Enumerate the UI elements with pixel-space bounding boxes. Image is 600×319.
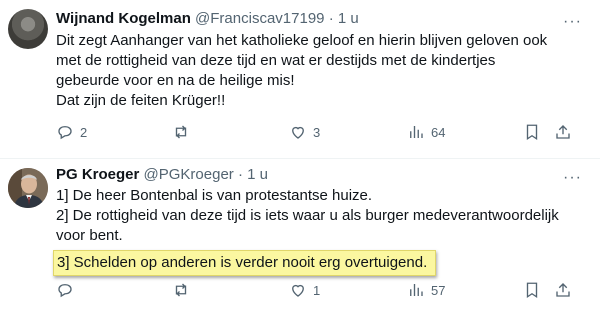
author-name[interactable]: PG Kroeger — [56, 166, 139, 183]
divider — [0, 158, 600, 159]
tweet-text-line: Dat zijn de feiten Krüger!! — [56, 92, 226, 109]
more-icon[interactable]: ··· — [563, 169, 582, 187]
bookmark-icon — [526, 282, 538, 299]
tweet-text-line: gebeurde voor en na de heilige mis! — [56, 72, 295, 89]
tweet-header: Wijnand Kogelman @Franciscav17199 · 1 u — [56, 10, 359, 28]
share-icon — [556, 125, 570, 139]
views-button[interactable]: 64 — [407, 122, 445, 142]
author-handle[interactable]: @Franciscav17199 — [195, 10, 324, 27]
tweet[interactable]: PG Kroeger @PGKroeger · 1 u ··· 1] De he… — [0, 160, 600, 319]
action-bar: 1 57 — [56, 280, 586, 300]
like-icon — [292, 284, 304, 297]
share-button[interactable] — [554, 122, 572, 142]
views-button[interactable]: 57 — [407, 280, 445, 300]
repost-button[interactable] — [172, 122, 196, 142]
repost-button[interactable] — [172, 280, 196, 300]
views-icon — [410, 284, 423, 296]
tweet-text: 1] De heer Bontenbal is van protestantse… — [53, 186, 586, 276]
highlighted-text: 3] Schelden op anderen is verder nooit e… — [53, 250, 437, 276]
like-count: 3 — [313, 124, 321, 140]
reply-icon — [58, 284, 72, 298]
tweet-text-line: 1] De heer Bontenbal is van protestantse… — [56, 187, 373, 204]
avatar-portrait — [8, 168, 48, 208]
repost-icon — [175, 125, 187, 139]
views-icon — [410, 126, 423, 138]
reply-count: 2 — [80, 124, 88, 140]
reply-button[interactable] — [56, 280, 80, 300]
timestamp[interactable]: 1 u — [338, 10, 359, 27]
timestamp[interactable]: 1 u — [247, 166, 268, 183]
avatar[interactable] — [8, 9, 48, 49]
share-button[interactable] — [554, 280, 572, 300]
separator: · — [328, 10, 334, 27]
tweet-header: PG Kroeger @PGKroeger · 1 u — [56, 166, 268, 184]
more-icon[interactable]: ··· — [563, 13, 582, 31]
bookmark-button[interactable] — [523, 122, 541, 142]
avatar[interactable] — [8, 168, 48, 208]
reply-button[interactable]: 2 — [56, 122, 87, 142]
tweet-text-line: met de rottigheid van deze tijd en wat e… — [56, 52, 496, 69]
like-button[interactable]: 3 — [289, 122, 320, 142]
share-icon — [556, 283, 570, 297]
bookmark-button[interactable] — [523, 280, 541, 300]
like-count: 1 — [313, 282, 321, 298]
reply-icon — [58, 126, 72, 140]
like-icon — [292, 126, 304, 139]
like-button[interactable]: 1 — [289, 280, 320, 300]
tweet-text-line: 2] De rottigheid van deze tijd is iets w… — [56, 207, 559, 224]
bookmark-icon — [526, 124, 538, 141]
tweet-text-line: Dit zegt Aanhanger van het katholieke ge… — [56, 32, 548, 49]
author-name[interactable]: Wijnand Kogelman — [56, 10, 191, 27]
tweet[interactable]: Wijnand Kogelman @Franciscav17199 · 1 u … — [0, 0, 600, 160]
tweet-text: Dit zegt Aanhanger van het katholieke ge… — [56, 31, 586, 111]
separator: · — [237, 166, 243, 183]
views-count: 57 — [431, 282, 446, 298]
author-handle[interactable]: @PGKroeger — [144, 166, 234, 183]
repost-icon — [175, 283, 187, 297]
tweet-text-line: voor bent. — [56, 227, 123, 244]
views-count: 64 — [431, 124, 446, 140]
action-bar: 2 3 64 — [56, 122, 586, 142]
